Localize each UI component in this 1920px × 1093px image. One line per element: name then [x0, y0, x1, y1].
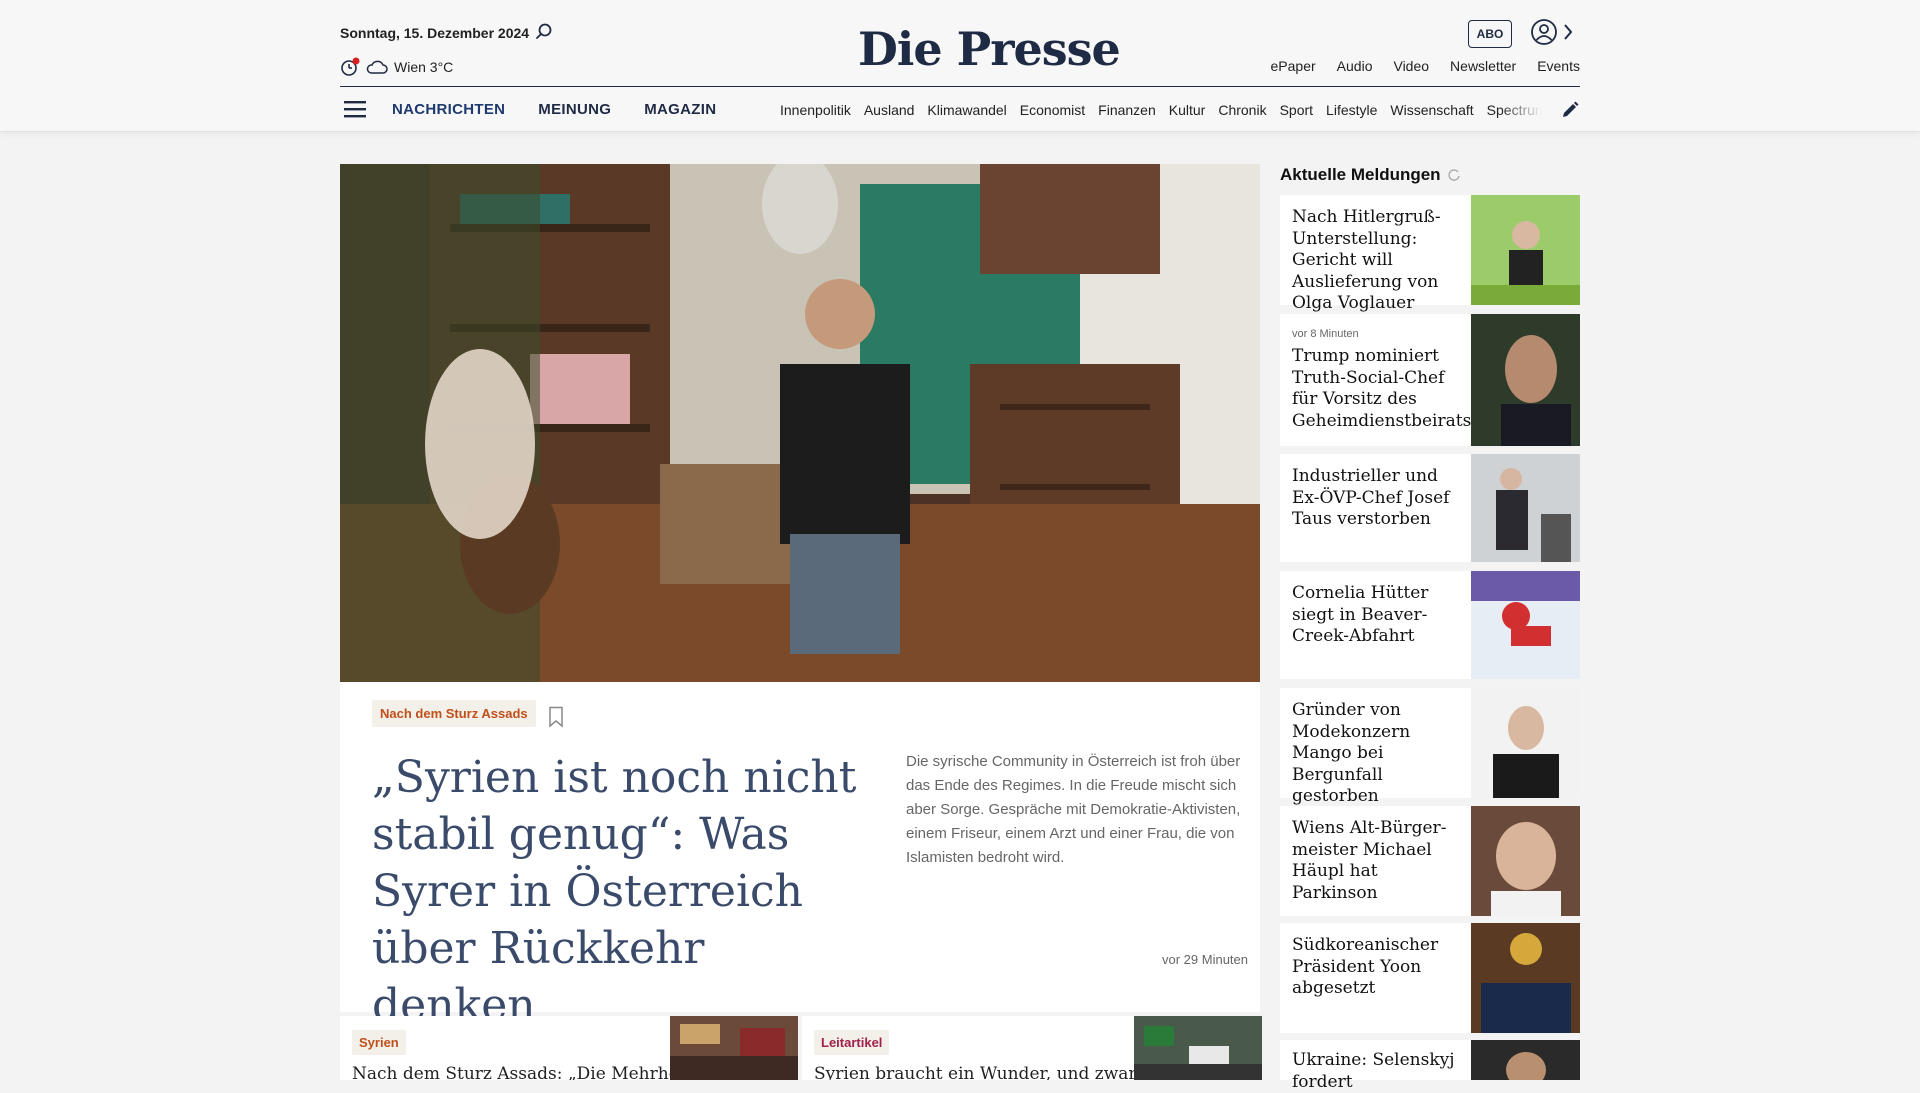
card-headline[interactable]: Nach dem Sturz Assads: „Die Mehrheit	[352, 1064, 691, 1080]
search-icon[interactable]	[534, 22, 554, 42]
hero-timestamp: vor 29 Minuten	[1162, 952, 1248, 967]
card-image[interactable]	[670, 1016, 798, 1080]
top-link-video[interactable]: Video	[1393, 58, 1429, 74]
nav-meinung[interactable]: MEINUNG	[538, 101, 611, 118]
hero-kicker[interactable]: Nach dem Sturz Assads	[372, 700, 536, 727]
nav-nachrichten[interactable]: NACHRICHTEN	[392, 101, 505, 118]
latest-news-heading: Aktuelle Meldungen	[1280, 165, 1461, 185]
news-thumbnail[interactable]	[1471, 314, 1580, 446]
hamburger-menu-icon[interactable]	[343, 99, 367, 119]
section-chronik[interactable]: Chronik	[1218, 102, 1266, 118]
nav-fade	[1500, 95, 1542, 125]
latest-news-title: Aktuelle Meldungen	[1280, 165, 1441, 184]
news-headline[interactable]: Cornelia Hütter siegt in Beaver-Creek-Ab…	[1292, 583, 1460, 648]
card-kicker[interactable]: Leitartikel	[814, 1030, 890, 1055]
top-link-newsletter[interactable]: Newsletter	[1450, 58, 1516, 74]
section-finanzen[interactable]: Finanzen	[1098, 102, 1156, 118]
news-item[interactable]: Cornelia Hütter siegt in Beaver-Creek-Ab…	[1280, 571, 1580, 679]
hero-image[interactable]	[340, 164, 1260, 682]
section-sport[interactable]: Sport	[1280, 102, 1313, 118]
site-header: Sonntag, 15. Dezember 2024 Wien 3°C Die …	[0, 0, 1920, 132]
section-nav: Innenpolitik Ausland Klimawandel Economi…	[780, 102, 1542, 118]
top-link-epaper[interactable]: ePaper	[1271, 58, 1316, 74]
news-thumbnail[interactable]	[1471, 806, 1580, 916]
news-timestamp: vor 8 Minuten	[1292, 328, 1359, 340]
news-thumbnail[interactable]	[1471, 1040, 1580, 1080]
card-image[interactable]	[1134, 1016, 1262, 1080]
news-headline[interactable]: Trump nominiert Truth-Social-Chef für Vo…	[1292, 346, 1471, 432]
top-link-audio[interactable]: Audio	[1337, 58, 1373, 74]
hero-headline[interactable]: „Syrien ist noch nicht stabil genug“: Wa…	[372, 749, 872, 1034]
bookmark-icon[interactable]	[548, 706, 564, 728]
hero-article[interactable]: Nach dem Sturz Assads „Syrien ist noch n…	[340, 164, 1260, 1031]
current-date: Sonntag, 15. Dezember 2024	[340, 25, 530, 41]
news-thumbnail[interactable]	[1471, 571, 1580, 679]
news-headline[interactable]: Wiens Alt-Bürger­meister Michael Häupl h…	[1292, 818, 1460, 904]
news-thumbnail[interactable]	[1471, 454, 1580, 562]
news-item[interactable]: Industrieller und Ex-ÖVP-Chef Josef Taus…	[1280, 454, 1580, 562]
news-headline[interactable]: Gründer von Modekonzern Mango bei Bergun…	[1292, 700, 1460, 808]
weather-label: Wien 3°C	[394, 59, 454, 75]
section-lifestyle[interactable]: Lifestyle	[1326, 102, 1377, 118]
news-headline[interactable]: Nach Hitlergruß-Un­terstellung: Gericht …	[1292, 207, 1460, 315]
article-card[interactable]: Leitartikel Syrien braucht ein Wunder, u…	[802, 1016, 1262, 1080]
nav-magazin[interactable]: MAGAZIN	[644, 101, 716, 118]
top-links: ePaper Audio Video Newsletter Events	[1271, 58, 1580, 74]
news-thumbnail[interactable]	[1471, 195, 1580, 305]
article-card[interactable]: Syrien Nach dem Sturz Assads: „Die Mehrh…	[340, 1016, 798, 1080]
notification-clock-icon[interactable]	[340, 57, 360, 77]
user-account-icon[interactable]	[1530, 18, 1558, 46]
card-kicker[interactable]: Syrien	[352, 1030, 406, 1055]
section-wissenschaft[interactable]: Wissenschaft	[1390, 102, 1473, 118]
news-item[interactable]: vor 8 Minuten Trump nominiert Truth-Soci…	[1280, 314, 1580, 446]
main-nav: NACHRICHTEN MEINUNG MAGAZIN	[392, 101, 716, 118]
news-item[interactable]: Wiens Alt-Bürger­meister Michael Häupl h…	[1280, 806, 1580, 916]
news-item[interactable]: Ukraine: Selenskyj fordert	[1280, 1040, 1580, 1092]
pencil-icon[interactable]	[1560, 100, 1580, 120]
news-item[interactable]: Gründer von Modekonzern Mango bei Bergun…	[1280, 688, 1580, 806]
news-item[interactable]: Nach Hitlergruß-Un­terstellung: Gericht …	[1280, 195, 1580, 313]
news-headline[interactable]: Ukraine: Selenskyj fordert	[1292, 1050, 1460, 1093]
chevron-right-icon[interactable]	[1562, 22, 1574, 42]
news-headline[interactable]: Industrieller und Ex-ÖVP-Chef Josef Taus…	[1292, 466, 1460, 531]
top-link-events[interactable]: Events	[1537, 58, 1580, 74]
news-thumbnail[interactable]	[1471, 923, 1580, 1033]
site-logo[interactable]: Die Presse	[858, 22, 1121, 76]
section-kultur[interactable]: Kultur	[1169, 102, 1206, 118]
cloud-icon	[366, 60, 388, 74]
header-divider	[340, 86, 1580, 87]
section-economist[interactable]: Economist	[1020, 102, 1085, 118]
news-thumbnail[interactable]	[1471, 688, 1580, 798]
news-item[interactable]: Südkoreanischer Präsident Yoon abgesetzt	[1280, 923, 1580, 1033]
section-innenpolitik[interactable]: Innenpolitik	[780, 102, 851, 118]
abo-button[interactable]: ABO	[1468, 20, 1512, 48]
hero-teaser: Die syrische Community in Österreich ist…	[906, 753, 1241, 866]
section-ausland[interactable]: Ausland	[864, 102, 915, 118]
card-headline[interactable]: Syrien braucht ein Wunder, und zwar	[814, 1064, 1137, 1080]
news-headline[interactable]: Südkoreanischer Präsident Yoon abgesetzt	[1292, 935, 1460, 1000]
refresh-icon	[1447, 169, 1460, 181]
section-klimawandel[interactable]: Klimawandel	[927, 102, 1006, 118]
weather-widget[interactable]: Wien 3°C	[340, 57, 453, 77]
